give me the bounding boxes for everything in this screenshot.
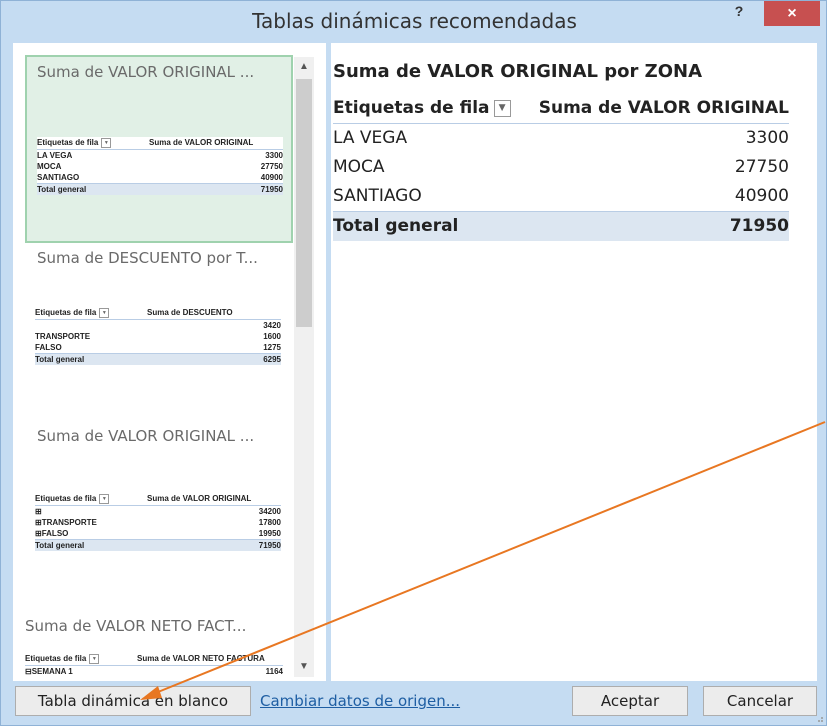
recommendation-item[interactable]: Suma de DESCUENTO por T... Etiquetas de …: [25, 243, 293, 433]
total-value: 71950: [729, 216, 789, 236]
row-label: ⊞FALSO: [35, 529, 69, 538]
row-value: 27750: [260, 162, 283, 171]
total-value: 71950: [260, 185, 283, 194]
table-row: MOCA 27750: [333, 153, 789, 182]
recommendation-title: Suma de VALOR ORIGINAL ...: [37, 63, 255, 81]
row-value: 19950: [258, 529, 281, 538]
row-value: 1275: [263, 343, 281, 352]
table-row: SANTIAGO 40900: [37, 172, 283, 183]
table-row: FALSO 1275: [35, 342, 281, 353]
filter-dropdown-icon: ▼: [89, 654, 100, 664]
total-value: 6295: [263, 355, 281, 364]
header-row-labels: Etiquetas de fila: [25, 654, 87, 663]
row-label: LA VEGA: [333, 128, 408, 148]
row-value: 1600: [263, 332, 281, 341]
preview-title: Suma de VALOR ORIGINAL por ZONA: [333, 61, 703, 82]
recommendation-item[interactable]: Suma de VALOR ORIGINAL ... Etiquetas de …: [25, 55, 293, 243]
row-value: 3300: [265, 151, 283, 160]
table-row: 3420: [35, 320, 281, 331]
header-value: Suma de DESCUENTO: [147, 308, 233, 317]
header-value: Suma de VALOR ORIGINAL: [538, 98, 789, 118]
filter-dropdown-icon: ▼: [99, 494, 110, 504]
recommendation-title: Suma de VALOR NETO FACT...: [25, 617, 247, 635]
header-value: Suma de VALOR ORIGINAL: [149, 138, 254, 147]
preview-header-row: Etiquetas de fila ▼ Suma de VALOR ORIGINA…: [333, 93, 789, 124]
recommendation-title: Suma de DESCUENTO por T...: [37, 249, 258, 267]
row-label: LA VEGA: [37, 151, 73, 160]
total-label: Total general: [35, 541, 85, 550]
row-label: ⊟SEMANA 1: [25, 667, 73, 676]
close-button[interactable]: ×: [764, 1, 820, 26]
recommendation-item[interactable]: Suma de VALOR ORIGINAL ... Etiquetas de …: [25, 421, 293, 611]
change-source-link[interactable]: Cambiar datos de origen...: [260, 692, 460, 710]
blank-pivot-button[interactable]: Tabla dinámica en blanco: [15, 686, 251, 716]
row-label: SANTIAGO: [333, 186, 422, 206]
total-row: Total general 71950: [35, 539, 281, 551]
row-label: TRANSPORTE: [35, 332, 91, 341]
row-value: 40900: [734, 186, 789, 206]
recommendation-item[interactable]: Suma de VALOR NETO FACT... Etiquetas de …: [25, 611, 293, 681]
filter-dropdown-icon: ▼: [99, 308, 110, 318]
filter-dropdown-icon: ▼: [101, 138, 112, 148]
list-scrollbar[interactable]: ▲ ▼: [294, 57, 314, 677]
row-value: 3420: [263, 321, 281, 330]
row-label: SANTIAGO: [37, 173, 80, 182]
total-label: Total general: [333, 216, 459, 236]
row-value: 3300: [745, 128, 789, 148]
recommendations-list: Suma de VALOR ORIGINAL ... Etiquetas de …: [13, 43, 314, 681]
recommendation-thumbnail: Etiquetas de fila ▼ Suma de VALOR ORIGINA…: [35, 493, 281, 551]
header-row-labels: Etiquetas de fila: [35, 494, 97, 503]
row-label: MOCA: [37, 162, 62, 171]
header-value: Suma de VALOR NETO FACTURA: [137, 654, 265, 663]
scroll-up-icon[interactable]: ▲: [294, 57, 314, 77]
recommendation-thumbnail: Etiquetas de fila ▼ Suma de VALOR ORIGINA…: [37, 137, 283, 195]
table-row: TRANSPORTE 1600: [35, 331, 281, 342]
scroll-down-icon[interactable]: ▼: [294, 657, 314, 677]
total-row: Total general 71950: [37, 183, 283, 195]
total-row: Total general 71950: [333, 211, 789, 241]
header-row-labels: Etiquetas de fila: [35, 308, 97, 317]
total-value: 71950: [258, 541, 281, 550]
header-row-labels: Etiquetas de fila: [333, 98, 490, 118]
resize-grip-icon[interactable]: [814, 713, 824, 723]
table-row: ⊞ 34200: [35, 506, 281, 517]
table-row: ⊞FALSO 19950: [35, 528, 281, 539]
table-row: MOCA 27750: [37, 161, 283, 172]
row-value: 1164: [265, 667, 283, 676]
scrollbar-thumb[interactable]: [296, 79, 312, 327]
recommended-pivot-dialog: Tablas dinámicas recomendadas ? × Suma d…: [0, 0, 827, 726]
ok-button[interactable]: Aceptar: [572, 686, 688, 716]
total-label: Total general: [35, 355, 85, 364]
row-value: 40900: [260, 173, 283, 182]
header-row-labels: Etiquetas de fila: [37, 138, 99, 147]
row-label: MOCA: [333, 157, 385, 177]
cancel-button[interactable]: Cancelar: [703, 686, 817, 716]
dialog-title: Tablas dinámicas recomendadas: [252, 9, 577, 33]
table-row: SANTIAGO 40900: [333, 182, 789, 211]
recommendation-thumbnail: Etiquetas de fila ▼ Suma de VALOR NETO FA…: [25, 653, 283, 677]
pane-divider: [326, 43, 331, 681]
filter-dropdown-icon: ▼: [493, 99, 511, 117]
preview-table: Etiquetas de fila ▼ Suma de VALOR ORIGINA…: [333, 93, 789, 241]
recommendation-title: Suma de VALOR ORIGINAL ...: [37, 427, 255, 445]
title-bar: Tablas dinámicas recomendadas ? ×: [1, 1, 827, 39]
row-label: [35, 320, 231, 331]
total-label: Total general: [37, 185, 87, 194]
table-row: LA VEGA 3300: [37, 150, 283, 161]
total-row: Total general 6295: [35, 353, 281, 365]
help-button[interactable]: ?: [726, 1, 752, 21]
table-row: LA VEGA 3300: [333, 124, 789, 153]
row-value: 34200: [258, 507, 281, 516]
row-label: FALSO: [35, 343, 62, 352]
table-row: ⊞TRANSPORTE 17800: [35, 517, 281, 528]
header-value: Suma de VALOR ORIGINAL: [147, 494, 252, 503]
table-row: ⊟SEMANA 1 1164: [25, 666, 283, 677]
row-value: 27750: [734, 157, 789, 177]
row-value: 17800: [258, 518, 281, 527]
recommendation-thumbnail: Etiquetas de fila ▼ Suma de DESCUENTO 342…: [35, 307, 281, 365]
row-label: ⊞: [35, 507, 42, 516]
row-label: ⊞TRANSPORTE: [35, 518, 97, 527]
